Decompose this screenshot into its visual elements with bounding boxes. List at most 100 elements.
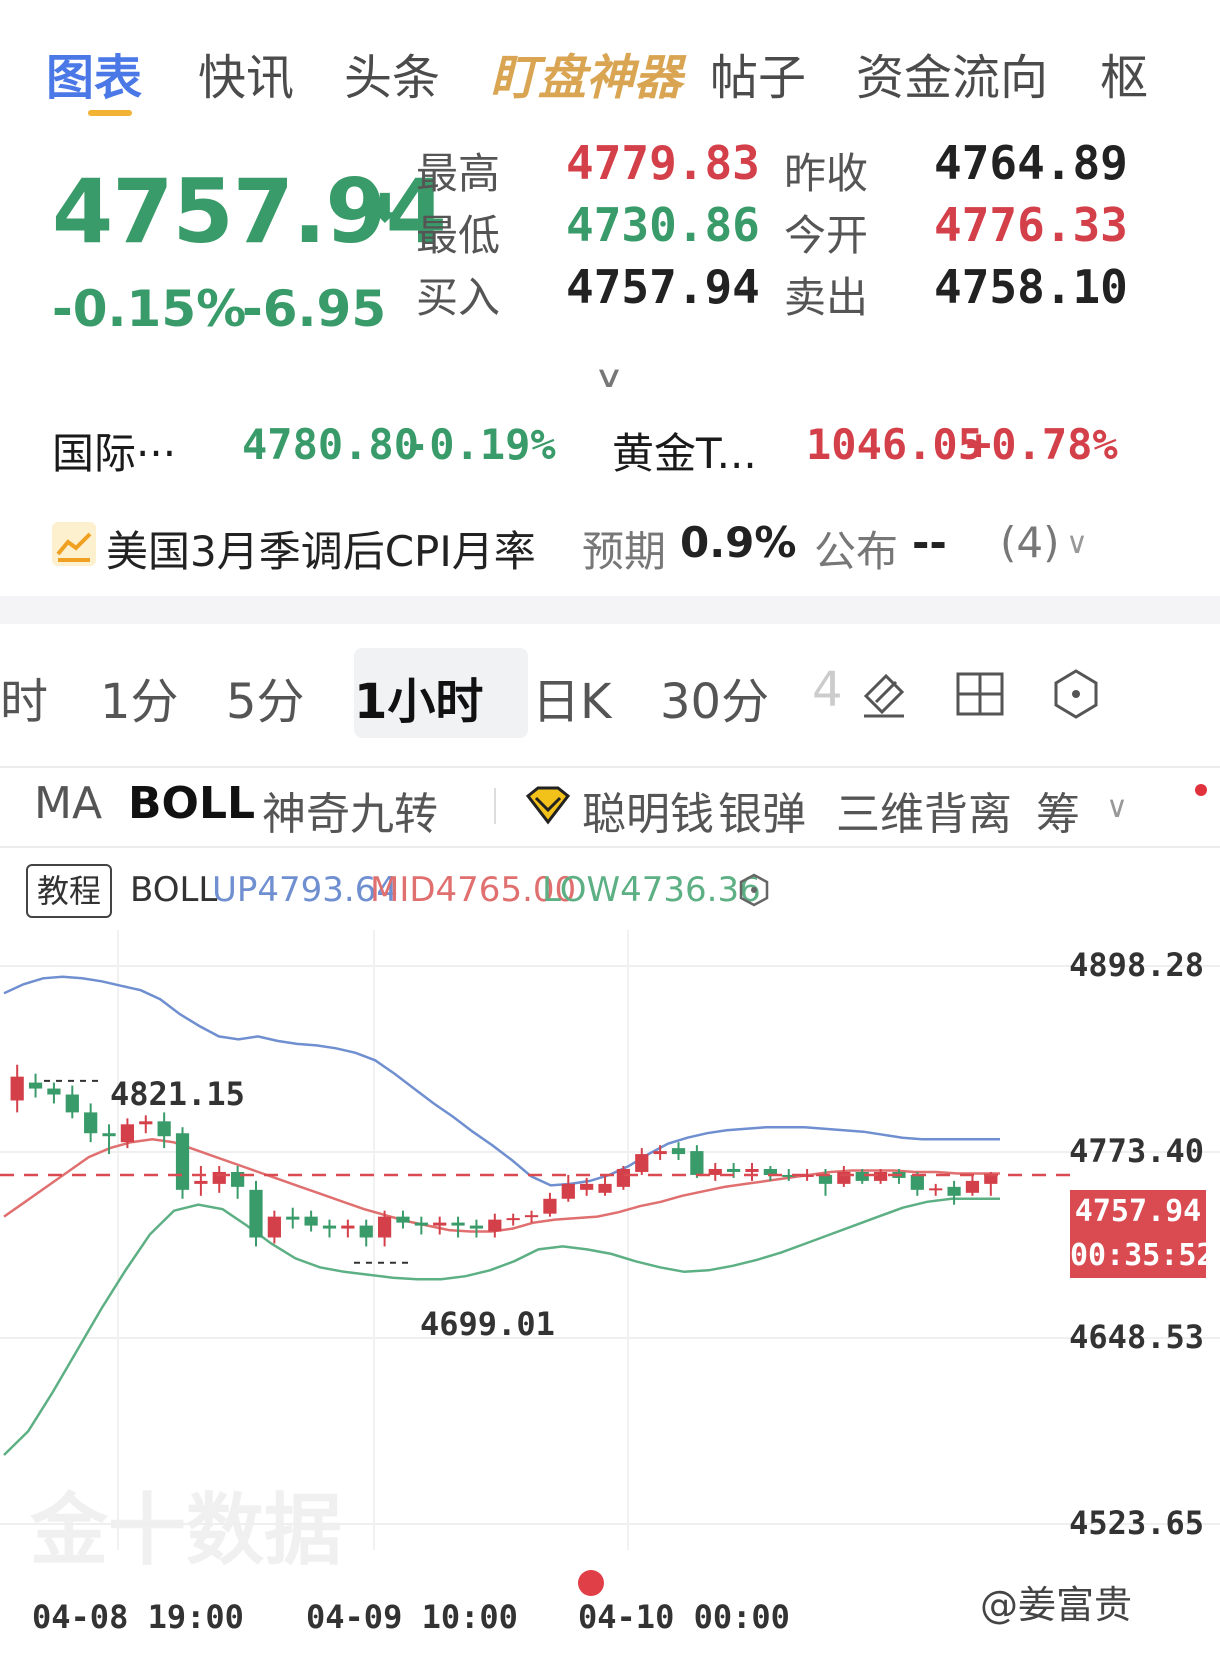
interval-daily[interactable]: 日K — [532, 662, 611, 732]
marked-low-label: 4699.01 — [420, 1305, 555, 1343]
event-publish-value: -- — [912, 518, 947, 567]
price-axis-label: 4523.65 — [1069, 1504, 1204, 1542]
date-axis-label: 04-09 10:00 — [306, 1598, 518, 1636]
tutorial-button[interactable]: 教程 — [26, 864, 112, 918]
indicator-smart-money[interactable]: 聪明钱 — [582, 778, 714, 842]
candle-body — [359, 1225, 373, 1238]
tab-flash-news[interactable]: 快讯 — [198, 38, 294, 108]
candle-body — [377, 1216, 392, 1238]
candle-body — [635, 1154, 649, 1172]
candle-body — [84, 1112, 98, 1134]
boll-low-value: LOW4736.36 — [542, 870, 761, 910]
high-label: 最高 — [416, 149, 501, 198]
diamond-icon — [525, 786, 571, 825]
candle-body — [873, 1171, 888, 1181]
bid-label: 买入 — [416, 273, 501, 322]
candle-body — [433, 1222, 447, 1226]
indicator-chips[interactable]: 筹 — [1036, 778, 1080, 842]
event-chevron-down-icon[interactable]: ∨ — [1066, 526, 1088, 561]
indicator-ma[interactable]: MA — [34, 778, 102, 829]
tab-chart[interactable]: 图表 — [46, 38, 142, 108]
price-axis-label: 4648.53 — [1069, 1318, 1204, 1356]
candle-body — [561, 1183, 575, 1199]
low-value: 4730.86 — [566, 198, 760, 252]
candle-body — [524, 1215, 539, 1218]
interval-30min[interactable]: 30分 — [660, 662, 769, 732]
interval-4hour[interactable]: 4 — [812, 662, 843, 718]
price-axis-label: 4773.40 — [1069, 1132, 1204, 1170]
event-expect-value: 0.9% — [680, 518, 797, 567]
candle-body — [488, 1219, 502, 1232]
candle-body — [929, 1188, 943, 1191]
user-watermark: @姜富贵 — [980, 1583, 1133, 1627]
high-value: 4779.83 — [566, 136, 760, 190]
interval-1hour[interactable]: 1小时 — [354, 662, 483, 732]
tab-posts[interactable]: 帖子 — [710, 38, 806, 108]
candle-body — [855, 1171, 869, 1181]
candle-body — [910, 1174, 924, 1190]
candle-body — [469, 1225, 484, 1229]
open-value: 4776.33 — [934, 198, 1128, 252]
candle-body — [341, 1225, 355, 1229]
event-time-marker[interactable] — [578, 1570, 604, 1596]
candle-body — [671, 1148, 686, 1155]
candle-body — [506, 1218, 520, 1221]
candle-body — [653, 1151, 667, 1155]
marked-high-label: 4821.15 — [110, 1075, 245, 1113]
related-2-name[interactable]: 黄金T... — [612, 420, 757, 481]
candle-body — [28, 1082, 43, 1089]
layout-grid-icon[interactable] — [952, 666, 1008, 722]
event-publish-label: 公布 — [814, 527, 899, 576]
candle-body — [543, 1198, 557, 1214]
indicator-3d-divergence[interactable]: 三维背离 — [836, 778, 1012, 842]
candle-body — [965, 1180, 980, 1193]
candle-body — [690, 1151, 704, 1175]
event-expect-label: 预期 — [582, 527, 667, 576]
bid-value: 4757.94 — [566, 260, 760, 314]
event-count[interactable]: (4) — [1000, 518, 1060, 567]
indicator-silver-bullet[interactable]: 银弹 — [718, 778, 806, 842]
tab-headlines[interactable]: 头条 — [344, 38, 440, 108]
boll-name: BOLL — [130, 870, 218, 910]
ask-value: 4758.10 — [934, 260, 1128, 314]
event-title[interactable]: 美国3月季调后CPI月率 — [106, 518, 536, 579]
tab-more[interactable]: 枢 — [1100, 38, 1148, 108]
expand-chevron-icon[interactable]: ∨ — [594, 360, 625, 395]
candle-body — [837, 1171, 851, 1184]
candle-body — [139, 1121, 153, 1125]
settings-hexagon-icon[interactable] — [1048, 666, 1104, 722]
tab-capital-flow[interactable]: 资金流向 — [856, 38, 1048, 108]
candle-body — [598, 1183, 612, 1193]
candle-body — [396, 1216, 410, 1223]
candle-body — [322, 1225, 337, 1229]
draw-tool-icon[interactable] — [856, 666, 912, 722]
candle-body — [157, 1121, 171, 1137]
candle-body — [212, 1171, 226, 1184]
candlestick-chart[interactable] — [0, 930, 1220, 1580]
candle-body — [304, 1216, 318, 1226]
indicator-boll[interactable]: BOLL — [128, 778, 255, 829]
divider-line — [0, 846, 1220, 848]
ask-label: 卖出 — [784, 273, 869, 322]
change-value: -6.95 — [242, 280, 387, 338]
active-tab-indicator — [88, 110, 132, 116]
boll-settings-icon[interactable] — [736, 872, 772, 908]
date-axis-label: 04-08 19:00 — [32, 1598, 244, 1636]
candle-body — [947, 1186, 961, 1196]
prev-close-value: 4764.89 — [934, 136, 1128, 190]
divider-line — [0, 766, 1220, 768]
interval-5min[interactable]: 5分 — [226, 662, 305, 732]
related-1-change: -0.19% — [404, 420, 556, 469]
candle-body — [175, 1133, 190, 1190]
related-1-name[interactable]: 国际··· — [52, 420, 176, 481]
more-indicators-chevron-icon[interactable]: ∨ — [1106, 790, 1128, 825]
candle-body — [818, 1174, 833, 1184]
interval-timeshare[interactable]: 时 — [0, 662, 48, 732]
candle-body — [708, 1168, 722, 1175]
prev-close-label: 昨收 — [784, 149, 869, 198]
candle-body — [47, 1088, 61, 1095]
indicator-nine-turns[interactable]: 神奇九转 — [262, 778, 438, 842]
tab-watch-tool[interactable]: 盯盘神器 — [490, 38, 682, 108]
interval-1min[interactable]: 1分 — [100, 662, 179, 732]
date-axis-label: 04-10 00:00 — [578, 1598, 790, 1636]
